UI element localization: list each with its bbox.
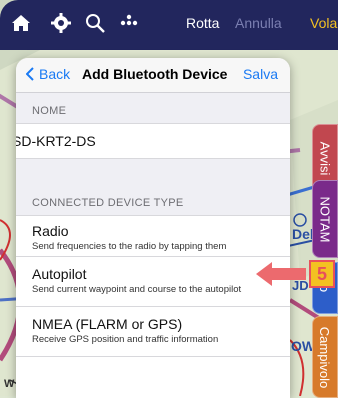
add-bluetooth-device-sheet: Back Add Bluetooth Device Salva NOME SD-… xyxy=(16,58,290,398)
chevron-left-icon xyxy=(26,67,34,81)
type-section-header: CONNECTED DEVICE TYPE xyxy=(32,197,184,209)
tab-campivolo[interactable]: Campivolo xyxy=(312,316,338,398)
tab-avvisi-label: Avvisi xyxy=(317,141,333,175)
rotta-button[interactable]: Rotta xyxy=(186,15,219,31)
sheet-title: Add Bluetooth Device xyxy=(82,66,228,82)
vola-button[interactable]: Vola xyxy=(310,15,337,31)
save-button[interactable]: Salva xyxy=(243,66,278,82)
gear-icon[interactable] xyxy=(50,12,72,34)
home-icon[interactable] xyxy=(10,12,32,34)
device-type-autopilot[interactable]: Autopilot Send current waypoint and cour… xyxy=(16,257,290,307)
device-type-title: Radio xyxy=(32,223,69,239)
device-type-subtitle: Send frequencies to the radio by tapping… xyxy=(32,241,227,252)
device-type-nmea[interactable]: NMEA (FLARM or GPS) Receive GPS position… xyxy=(16,307,290,357)
name-field-value: SD-KRT2-DS xyxy=(16,133,96,149)
search-icon[interactable] xyxy=(84,12,106,34)
more-icon[interactable] xyxy=(118,12,140,34)
device-type-subtitle: Send current waypoint and course to the … xyxy=(32,284,242,295)
back-label: Back xyxy=(39,66,71,82)
name-section-header: NOME xyxy=(32,105,67,117)
device-type-radio[interactable]: Radio Send frequencies to the radio by t… xyxy=(16,216,290,257)
top-toolbar: Rotta Annulla Vola xyxy=(0,0,338,50)
back-button[interactable]: Back xyxy=(26,66,70,82)
tab-notam[interactable]: NOTAM xyxy=(312,180,338,258)
callout-arrow-icon xyxy=(256,262,306,286)
device-type-title: Autopilot xyxy=(32,266,87,282)
callout-badge: 5 xyxy=(309,260,335,288)
tab-notam-label: NOTAM xyxy=(317,196,333,242)
device-type-list: Radio Send frequencies to the radio by t… xyxy=(16,215,290,398)
sheet-nav-bar: Back Add Bluetooth Device Salva xyxy=(16,58,290,93)
annulla-button[interactable]: Annulla xyxy=(235,15,282,31)
device-type-title: NMEA (FLARM or GPS) xyxy=(32,316,183,332)
map-label-w: W xyxy=(4,378,15,390)
tab-campivolo-label: Campivolo xyxy=(317,326,333,388)
name-field[interactable]: SD-KRT2-DS xyxy=(16,123,290,159)
device-type-subtitle: Receive GPS position and traffic informa… xyxy=(32,334,219,345)
